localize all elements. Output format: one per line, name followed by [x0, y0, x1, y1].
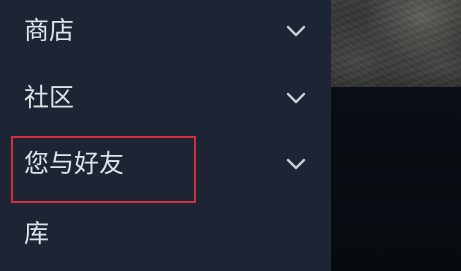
sidebar-item-store[interactable]: 商店 [0, 1, 331, 61]
sidebar-menu: 商店 社区 您与好友 库 [0, 0, 331, 271]
chevron-down-icon[interactable] [286, 158, 306, 170]
sidebar-item-label: 您与好友 [24, 149, 125, 178]
chevron-down-icon[interactable] [286, 25, 306, 37]
sidebar-item-you-and-friends[interactable]: 您与好友 [0, 134, 331, 194]
sidebar-item-library[interactable]: 库 [0, 204, 331, 264]
sidebar-item-label: 商店 [24, 16, 75, 45]
chevron-down-icon[interactable] [286, 92, 306, 104]
steam-mobile-menu: 商店 社区 您与好友 库 [0, 0, 461, 271]
hero-image [331, 0, 461, 87]
sidebar-item-label: 库 [24, 219, 50, 248]
sidebar-item-community[interactable]: 社区 [0, 68, 331, 128]
sidebar-item-label: 社区 [24, 83, 75, 112]
